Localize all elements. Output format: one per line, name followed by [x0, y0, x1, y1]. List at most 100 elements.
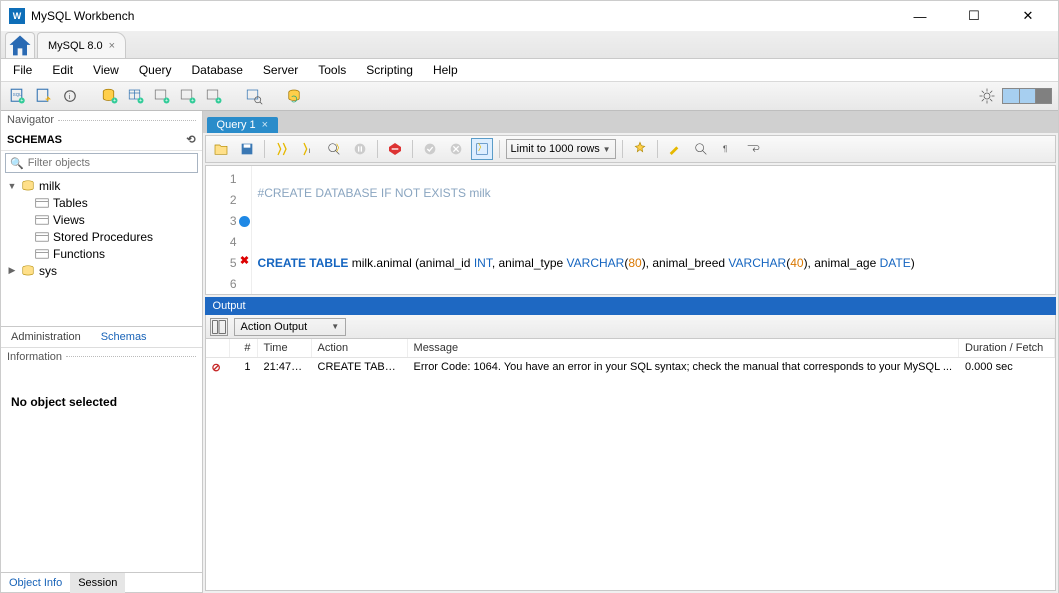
connection-tab-label: MySQL 8.0: [48, 40, 103, 52]
query-tab-row: Query 1 ×: [203, 111, 1058, 133]
execute-current-icon[interactable]: I: [297, 138, 319, 160]
menu-scripting[interactable]: Scripting: [358, 61, 421, 79]
tree-item-milk[interactable]: ▼ milk: [5, 177, 198, 194]
col-action: Action: [312, 339, 408, 357]
svg-text:SQL: SQL: [13, 92, 23, 97]
beautify-icon[interactable]: [629, 138, 651, 160]
close-button[interactable]: ✕: [1010, 4, 1046, 28]
tree-item-tables[interactable]: Tables: [5, 194, 198, 211]
output-row[interactable]: ⊘ 1 21:47:43 CREATE TABLE ... Error Code…: [206, 358, 1055, 377]
svg-text:+: +: [217, 98, 220, 104]
output-type-combo[interactable]: Action Output ▼: [234, 318, 347, 336]
save-icon[interactable]: [236, 138, 258, 160]
explain-icon[interactable]: [323, 138, 345, 160]
stop-on-error-icon[interactable]: [384, 138, 406, 160]
limit-rows-combo[interactable]: Limit to 1000 rows ▼: [506, 139, 616, 159]
db-add-icon[interactable]: +: [99, 85, 121, 107]
table-add-icon[interactable]: +: [125, 85, 147, 107]
reconnect-icon[interactable]: [283, 85, 305, 107]
output-toolbar: Action Output ▼: [205, 315, 1056, 339]
tree-label: Views: [53, 213, 85, 227]
close-tab-icon[interactable]: ×: [109, 40, 115, 52]
output-type-label: Action Output: [241, 321, 308, 333]
home-tab[interactable]: [5, 32, 35, 58]
refresh-icon[interactable]: ⟲: [186, 133, 195, 146]
chevron-down-icon: ▼: [331, 322, 339, 331]
svg-text:i: i: [69, 92, 71, 101]
svg-text:+: +: [113, 98, 116, 104]
output-columns: # Time Action Message Duration / Fetch: [206, 339, 1055, 358]
expand-icon[interactable]: ▶: [7, 265, 17, 276]
tree-item-views[interactable]: Views: [5, 211, 198, 228]
search-table-icon[interactable]: [243, 85, 265, 107]
execute-icon[interactable]: [271, 138, 293, 160]
navigator-tabs: Administration Schemas: [1, 326, 202, 347]
gear-icon[interactable]: [976, 85, 998, 107]
collapse-icon[interactable]: ▼: [7, 181, 17, 191]
wrap-icon[interactable]: [742, 138, 764, 160]
cell-action: CREATE TABLE ...: [312, 358, 408, 377]
proc-add-icon[interactable]: +: [177, 85, 199, 107]
col-time: Time: [258, 339, 312, 357]
new-sql-tab-icon[interactable]: SQL+: [7, 85, 29, 107]
menu-file[interactable]: File: [5, 61, 40, 79]
panel-layout-switch[interactable]: [1002, 88, 1052, 104]
tree-label: sys: [39, 264, 57, 278]
code-area[interactable]: #CREATE DATABASE IF NOT EXISTS milk CREA…: [252, 166, 921, 294]
window-title: MySQL Workbench: [31, 9, 902, 23]
sql-editor[interactable]: 123456 ✖ #CREATE DATABASE IF NOT EXISTS …: [205, 165, 1056, 295]
menu-tools[interactable]: Tools: [310, 61, 354, 79]
schema-tree[interactable]: ▼ milk Tables Views Stored Procedures Fu…: [1, 175, 202, 326]
menu-view[interactable]: View: [85, 61, 127, 79]
svg-text:+: +: [139, 98, 142, 104]
tree-item-functions[interactable]: Functions: [5, 245, 198, 262]
menu-server[interactable]: Server: [255, 61, 306, 79]
query-toolbar: I Limit to 1000 rows ▼ ¶: [205, 135, 1056, 163]
menu-edit[interactable]: Edit: [44, 61, 81, 79]
stop-icon[interactable]: [349, 138, 371, 160]
cell-duration: 0.000 sec: [959, 358, 1055, 377]
close-query-tab-icon[interactable]: ×: [262, 119, 268, 131]
find-icon[interactable]: [690, 138, 712, 160]
inspector-icon[interactable]: i: [59, 85, 81, 107]
commit-icon[interactable]: [419, 138, 441, 160]
open-sql-icon[interactable]: [33, 85, 55, 107]
tree-item-stored-procedures[interactable]: Stored Procedures: [5, 228, 198, 245]
output-header: Output: [205, 297, 1056, 315]
tree-item-sys[interactable]: ▶ sys: [5, 262, 198, 279]
tab-administration[interactable]: Administration: [1, 327, 91, 347]
rollback-icon[interactable]: [445, 138, 467, 160]
tab-schemas[interactable]: Schemas: [91, 327, 157, 347]
menu-help[interactable]: Help: [425, 61, 466, 79]
connection-tab[interactable]: MySQL 8.0 ×: [37, 32, 126, 58]
code-line-1: #CREATE DATABASE IF NOT EXISTS milk: [258, 186, 491, 200]
tree-label: milk: [39, 179, 60, 193]
menu-bar: File Edit View Query Database Server Too…: [1, 59, 1058, 81]
col-duration: Duration / Fetch: [959, 339, 1055, 357]
information-header: Information: [1, 347, 202, 365]
minimize-button[interactable]: —: [902, 4, 938, 28]
query-tab[interactable]: Query 1 ×: [207, 117, 279, 133]
tab-session[interactable]: Session: [70, 573, 125, 593]
menu-query[interactable]: Query: [131, 61, 180, 79]
tab-object-info[interactable]: Object Info: [1, 573, 70, 593]
whitespace-icon[interactable]: ¶: [716, 138, 738, 160]
limit-rows-label: Limit to 1000 rows: [511, 143, 600, 155]
tree-label: Stored Procedures: [53, 230, 153, 244]
filter-objects-field[interactable]: [28, 157, 193, 169]
svg-text:+: +: [20, 98, 23, 104]
maximize-button[interactable]: ☐: [956, 4, 992, 28]
view-add-icon[interactable]: +: [151, 85, 173, 107]
open-file-icon[interactable]: [210, 138, 232, 160]
output-grid[interactable]: # Time Action Message Duration / Fetch ⊘…: [205, 339, 1056, 591]
filter-objects-input[interactable]: 🔍: [5, 153, 198, 173]
output-layout-icon[interactable]: [210, 318, 228, 336]
tree-label: Functions: [53, 247, 105, 261]
menu-database[interactable]: Database: [184, 61, 251, 79]
connection-tab-row: MySQL 8.0 ×: [1, 31, 1058, 59]
schemas-bar: SCHEMAS ⟲: [1, 129, 202, 151]
brush-icon[interactable]: [664, 138, 686, 160]
func-add-icon[interactable]: +: [203, 85, 225, 107]
navigator-panel: Navigator SCHEMAS ⟲ 🔍 ▼ milk Tables View…: [1, 111, 203, 593]
autocommit-icon[interactable]: [471, 138, 493, 160]
